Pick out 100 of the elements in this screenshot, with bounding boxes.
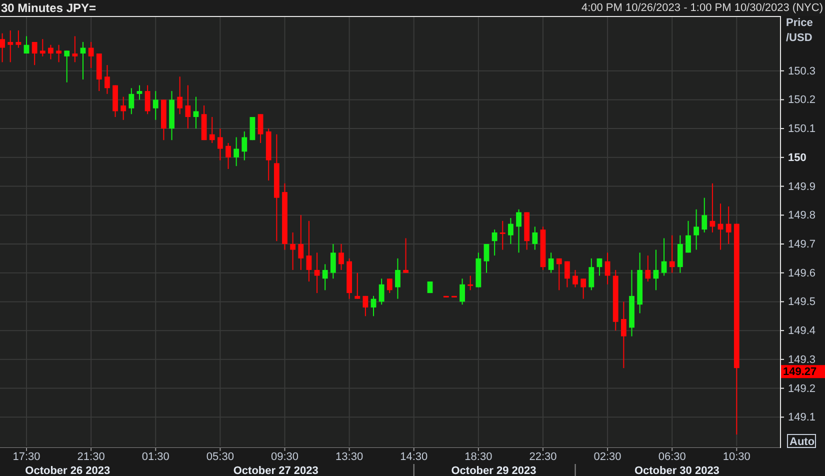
candlestick <box>637 252 643 314</box>
candlestick <box>152 90 158 120</box>
price-tick-label: 149.9 <box>788 180 816 193</box>
price-tick-label: 150.3 <box>788 65 816 78</box>
price-tick-label: 149.7 <box>788 238 816 250</box>
price-tick-label: 149.5 <box>788 296 816 308</box>
candlestick <box>64 50 70 83</box>
candlestick <box>177 76 183 115</box>
candlestick <box>386 278 392 294</box>
candlestick <box>572 269 578 288</box>
candlestick <box>524 212 530 250</box>
candlestick <box>556 258 562 291</box>
candlestick <box>258 114 264 144</box>
candlestick <box>476 252 482 288</box>
candlestick <box>468 275 474 291</box>
candlestick <box>596 258 602 276</box>
candlestick <box>718 203 724 250</box>
candlestick <box>354 272 360 300</box>
time-label: 18:30 <box>464 451 492 463</box>
chart-title: 30 Minutes JPY= <box>1 1 96 15</box>
axis-title: Price /USD <box>786 17 813 44</box>
candlestick <box>56 44 62 63</box>
price-tick-label: 149.8 <box>788 210 816 222</box>
price-tick-label: 150.2 <box>788 94 816 106</box>
candlestick <box>144 84 150 115</box>
date-label: October 26 2023 <box>25 465 110 476</box>
candlestick <box>24 36 30 54</box>
candlestick <box>403 238 408 274</box>
candlestick <box>322 264 328 291</box>
candlestick <box>645 255 651 282</box>
price-tick-label: 149.2 <box>788 382 816 395</box>
candlestick <box>128 88 134 115</box>
candlestick <box>686 220 691 254</box>
candlestick <box>427 281 433 294</box>
date-label: October 30 2023 <box>634 465 720 476</box>
candlestick <box>378 278 384 306</box>
date-label: October 27 2023 <box>233 465 318 476</box>
candlestick <box>492 229 498 256</box>
candlestick <box>677 234 683 274</box>
candlestick <box>306 220 312 282</box>
candlestick <box>0 32 5 63</box>
candlestick <box>362 295 368 317</box>
candlestick <box>234 136 240 167</box>
candlestick <box>669 234 675 274</box>
candlestick <box>266 128 272 181</box>
candlestick <box>185 84 191 130</box>
price-tick-label: 150 <box>788 152 806 164</box>
candlestick <box>604 252 610 285</box>
candlestick <box>32 41 38 66</box>
candlestick <box>88 41 94 68</box>
time-label: 09:30 <box>270 451 299 463</box>
auto-button[interactable]: Auto <box>787 434 816 448</box>
candlestick <box>242 130 248 161</box>
candlestick <box>694 208 700 250</box>
date-range: 4:00 PM 10/26/2023 - 1:00 PM 10/30/2023 (NYC) <box>581 2 823 14</box>
candlestick <box>298 214 304 270</box>
candlestick <box>8 30 14 63</box>
candlestick <box>72 36 78 63</box>
candlestick <box>104 64 110 94</box>
price-tick-label: 149.6 <box>788 267 816 280</box>
time-label: 02:30 <box>594 451 622 463</box>
candlestick <box>218 128 223 161</box>
candlestick <box>193 96 199 130</box>
candlestick <box>282 182 288 250</box>
candlestick <box>201 104 207 141</box>
candlestick <box>564 260 570 288</box>
time-label: 06:30 <box>658 451 686 463</box>
time-label: 10:30 <box>722 451 750 463</box>
time-label: 05:30 <box>206 451 234 463</box>
candlestick <box>629 269 634 337</box>
candlestick <box>540 226 546 270</box>
candlestick <box>661 238 667 276</box>
price-tick-label: 149.1 <box>788 412 816 424</box>
candlestick <box>532 226 538 250</box>
candlestick <box>653 249 659 291</box>
candlestick <box>250 116 256 141</box>
last-price-label: 149.27 <box>781 365 825 378</box>
candlestick <box>508 218 514 244</box>
time-label: 01:30 <box>142 451 170 463</box>
candlestick <box>443 295 449 298</box>
candlestick <box>588 258 594 291</box>
candlestick <box>580 278 586 300</box>
candlestick <box>226 142 231 170</box>
candlestick <box>395 258 400 300</box>
price-tick-label: 149.3 <box>788 354 816 366</box>
candlestick <box>290 232 296 270</box>
candlestick <box>370 295 376 317</box>
candlestick <box>209 116 215 144</box>
candlestick <box>702 197 708 233</box>
candlestick <box>548 252 554 274</box>
candlestick <box>484 243 490 274</box>
candlestick <box>80 41 86 80</box>
candlestick <box>112 84 118 118</box>
time-label: 13:30 <box>336 451 364 463</box>
candlestick <box>726 206 732 244</box>
candlestick <box>161 99 166 141</box>
candlestick <box>120 96 126 120</box>
candlestick <box>710 182 716 233</box>
candlestick <box>460 278 465 306</box>
time-label: 14:30 <box>400 451 428 463</box>
